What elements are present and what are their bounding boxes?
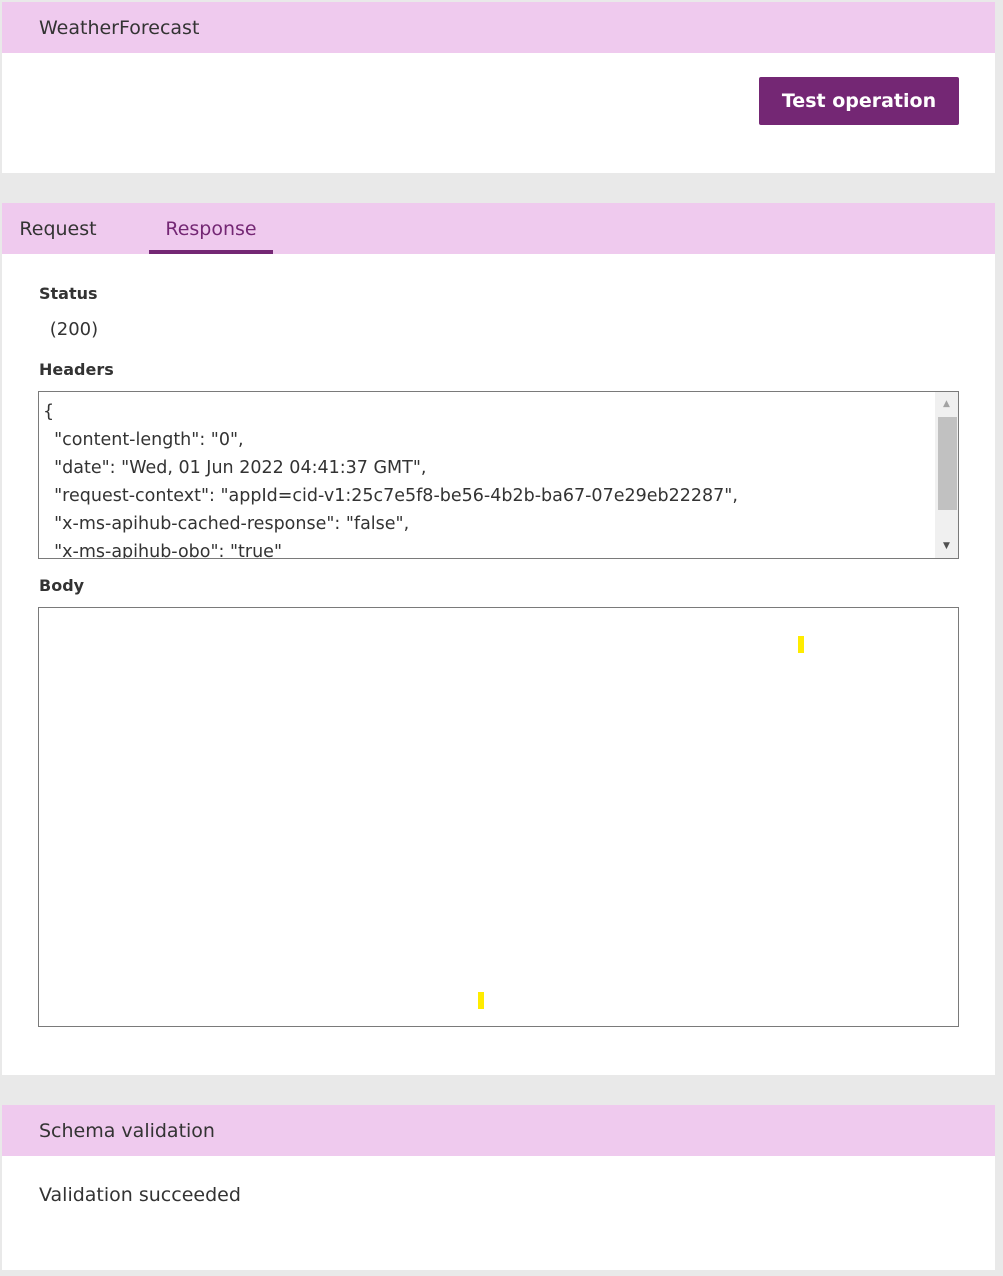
- test-operation-button[interactable]: Test operation: [759, 77, 959, 125]
- operation-header: WeatherForecast: [2, 2, 995, 53]
- tab-bar: Request Response: [2, 203, 995, 254]
- schema-header: Schema validation: [2, 1105, 995, 1156]
- operation-title: WeatherForecast: [39, 16, 200, 39]
- response-card: Request Response Status (200) Headers { …: [2, 203, 995, 1075]
- highlight-marker: [478, 992, 484, 1009]
- headers-textarea[interactable]: { "content-length": "0", "date": "Wed, 0…: [38, 391, 959, 559]
- headers-scrollbar[interactable]: ▲ ▼: [935, 392, 958, 558]
- body-textarea[interactable]: [38, 607, 959, 1027]
- highlight-marker: [798, 636, 804, 653]
- status-value: (200): [44, 319, 99, 340]
- status-label: Status: [39, 284, 98, 303]
- tab-request[interactable]: Request: [2, 203, 114, 254]
- tab-response[interactable]: Response: [149, 203, 273, 254]
- scroll-down-arrow-icon[interactable]: ▼: [935, 536, 958, 556]
- operation-card: WeatherForecast Test operation: [2, 2, 995, 173]
- headers-label: Headers: [39, 360, 114, 379]
- headers-content: { "content-length": "0", "date": "Wed, 0…: [43, 402, 738, 559]
- validation-message: Validation succeeded: [39, 1184, 241, 1206]
- schema-card: Schema validation Validation succeeded: [2, 1105, 995, 1270]
- schema-title: Schema validation: [39, 1119, 215, 1142]
- body-label: Body: [39, 576, 85, 595]
- scroll-thumb[interactable]: [938, 417, 957, 510]
- scroll-up-arrow-icon[interactable]: ▲: [935, 394, 958, 414]
